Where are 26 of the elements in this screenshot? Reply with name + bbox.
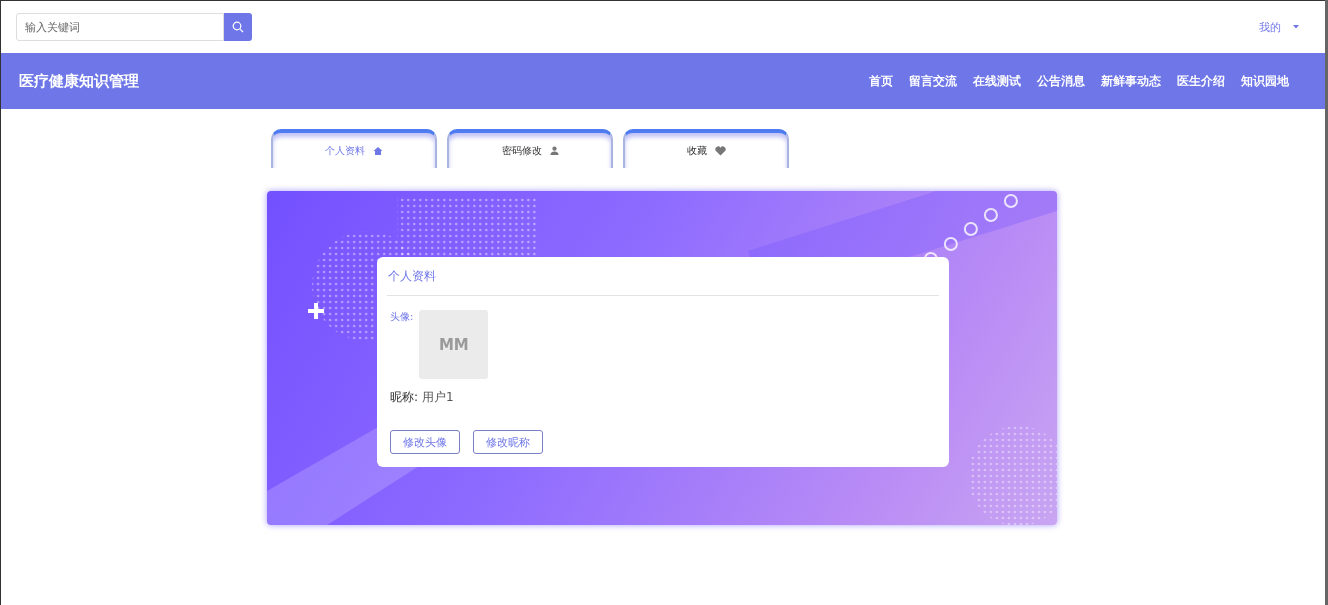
heart-icon	[714, 145, 726, 156]
site-title: 医疗健康知识管理	[19, 71, 139, 91]
card-title: 个人资料	[387, 257, 939, 296]
nickname-value: 用户1	[422, 389, 454, 406]
nav-link[interactable]: 在线测试	[973, 73, 1021, 89]
tab[interactable]: 密码修改	[447, 129, 613, 168]
search-icon	[232, 21, 244, 33]
nickname-label: 昵称:	[390, 389, 419, 406]
search-field[interactable]: 输入关键词	[16, 13, 224, 41]
user-icon	[549, 146, 559, 155]
caret-icon	[1293, 25, 1299, 29]
tab[interactable]: 收藏	[623, 129, 789, 168]
edit-button[interactable]: 修改昵称	[473, 430, 543, 454]
search-button[interactable]	[224, 13, 252, 41]
nav-link[interactable]: 首页	[869, 73, 893, 89]
nav-link[interactable]: 留言交流	[909, 73, 957, 89]
nav-link[interactable]: 公告消息	[1037, 73, 1085, 89]
house-icon	[373, 145, 383, 156]
avatar-initials: MM	[438, 335, 469, 354]
nav-link[interactable]: 新鲜事动态	[1101, 73, 1161, 89]
edit-button[interactable]: 修改头像	[390, 430, 460, 454]
user-menu[interactable]: 我的	[1259, 19, 1281, 35]
nav-link[interactable]: 知识园地	[1241, 73, 1289, 89]
tab[interactable]: 个人资料	[271, 129, 437, 168]
avatar-label: 头像:	[390, 310, 414, 324]
nav-link[interactable]: 医生介绍	[1177, 73, 1225, 89]
